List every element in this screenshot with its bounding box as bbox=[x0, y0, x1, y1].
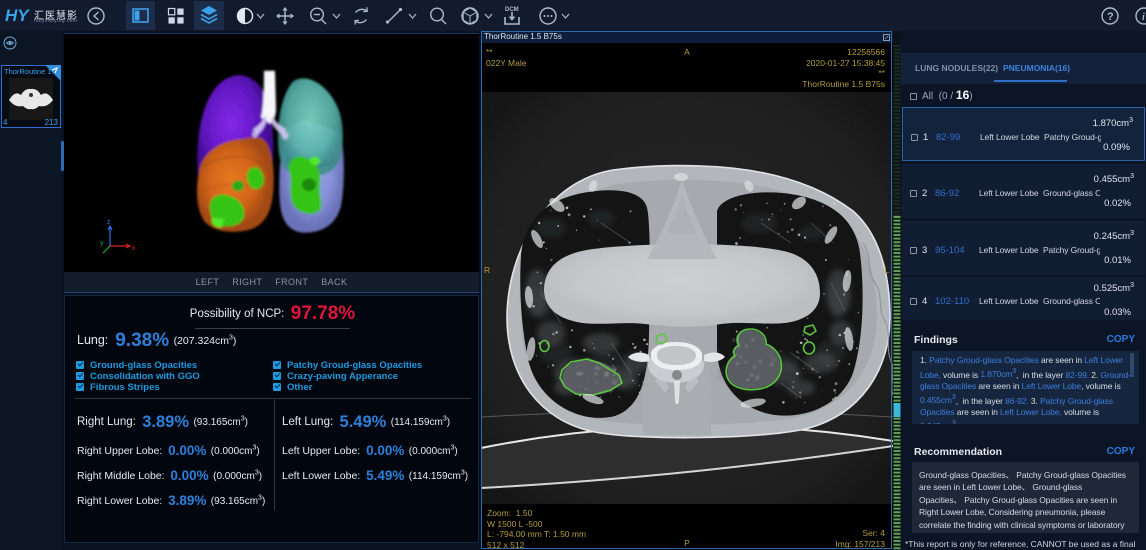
svg-text:x: x bbox=[131, 245, 136, 252]
svg-text:i: i bbox=[1142, 12, 1145, 23]
svg-text:z: z bbox=[107, 219, 111, 226]
svg-text:?: ? bbox=[1107, 11, 1114, 23]
svg-text:y: y bbox=[100, 240, 104, 247]
